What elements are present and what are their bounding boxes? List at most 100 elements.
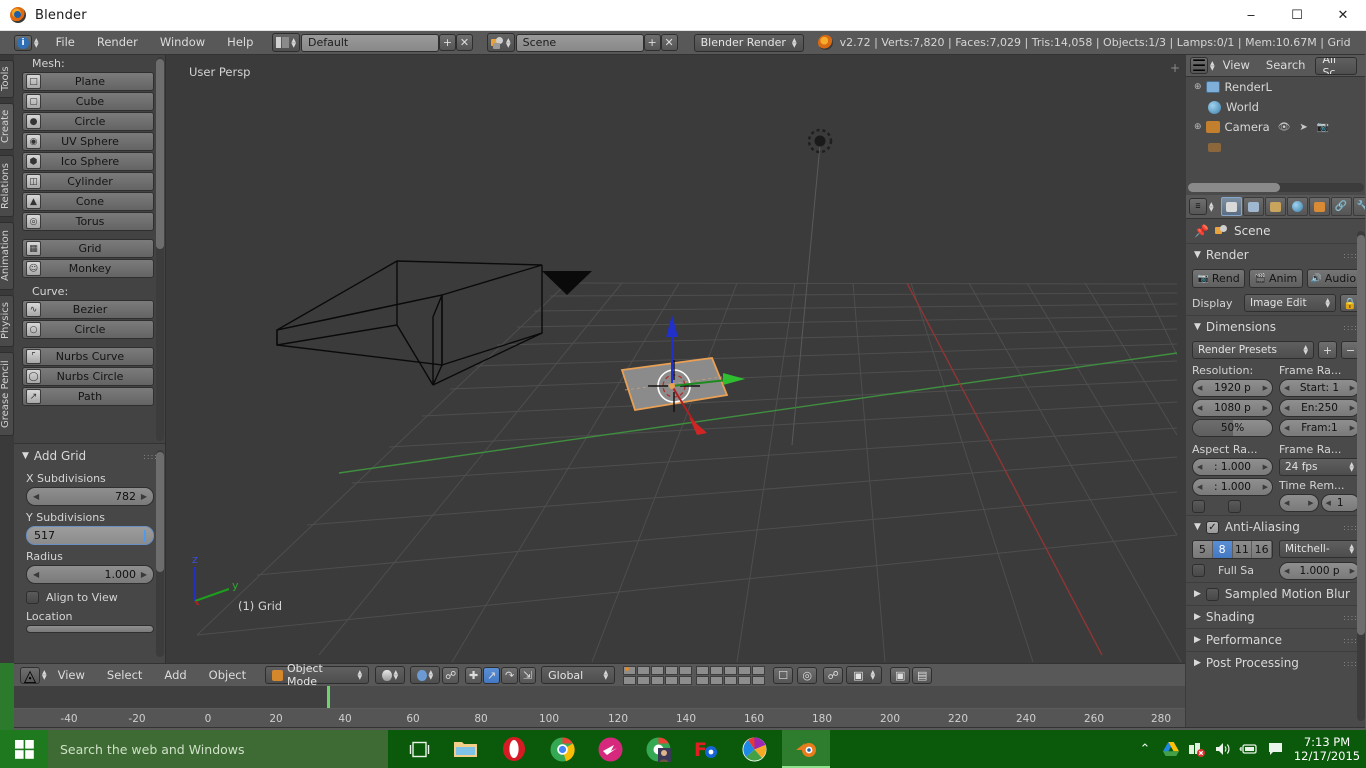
increment-arrow-icon[interactable]: ▶	[1350, 567, 1355, 575]
display-mode-selector[interactable]: Image Edit ▲ ▼	[1244, 294, 1336, 312]
windows-start-icon[interactable]	[0, 730, 48, 768]
transform-orientation-selector[interactable]: Global ▲ ▼	[541, 666, 616, 684]
task-view-icon[interactable]	[395, 730, 443, 768]
render-camera-icon[interactable]: ▣	[890, 666, 911, 684]
add-cone-button[interactable]: ▲ Cone	[22, 192, 154, 211]
3d-viewport[interactable]: User Persp (1) Grid z y x +	[167, 55, 1185, 663]
pink-app-icon[interactable]	[586, 730, 634, 768]
chevron-up-icon[interactable]: ⌃	[1132, 730, 1158, 768]
timeline-ruler[interactable]: -40 -20 0 20 40 60 80 100 120 140 160 18…	[14, 686, 1185, 727]
time-remap-new-input[interactable]: ◀ 1	[1320, 494, 1360, 512]
add-torus-button[interactable]: ◎ Torus	[22, 212, 154, 231]
time-remap-old-input[interactable]: ◀ ▶	[1279, 494, 1319, 512]
resolution-percentage-slider[interactable]: 50%	[1192, 419, 1273, 437]
delete-scene-button[interactable]: ✕	[660, 34, 678, 51]
add-bezier-circle-button[interactable]: ○ Circle	[22, 320, 154, 339]
format-factory-icon[interactable]: F	[682, 730, 730, 768]
outliner-row-world[interactable]: World	[1186, 97, 1366, 117]
resolution-y-input[interactable]: ◀ 1080 p ▶	[1192, 399, 1273, 417]
add-screen-layout-button[interactable]: +	[439, 34, 457, 51]
properties-tab-render[interactable]	[1220, 197, 1242, 216]
decrement-arrow-icon[interactable]: ◀	[1197, 463, 1202, 471]
anti-aliasing-section-header[interactable]: ▼ ✓ Anti-Aliasing ::::	[1186, 515, 1366, 538]
network-error-icon[interactable]	[1184, 730, 1210, 768]
delete-screen-layout-button[interactable]: ✕	[456, 34, 474, 51]
menu-file[interactable]: File	[45, 31, 86, 54]
3d-view-editor-icon[interactable]: ◬ ▲ ▼	[20, 666, 47, 685]
performance-section-header[interactable]: ▶ Performance ::::	[1186, 628, 1366, 651]
blender-taskbar-icon[interactable]	[782, 730, 830, 768]
decrement-arrow-icon[interactable]: ◀	[33, 570, 39, 579]
info-editor-icon[interactable]: i ▲ ▼	[14, 34, 39, 51]
menu-render[interactable]: Render	[86, 31, 149, 54]
sidebar-item-create[interactable]: Create	[0, 103, 14, 150]
viewport-shading-selector[interactable]: ▲ ▼	[375, 666, 406, 684]
y-subdivisions-input[interactable]: 517	[26, 526, 154, 545]
outliner-row-renderlayers[interactable]: ⊕ RenderL	[1186, 77, 1366, 97]
screen-layout-name[interactable]: Default	[301, 33, 440, 52]
add-bezier-button[interactable]: ∿ Bezier	[22, 300, 154, 319]
aa-sample-5[interactable]: 5	[1193, 541, 1213, 558]
google-drive-icon[interactable]	[1158, 730, 1184, 768]
add-nurbs-circle-button[interactable]: ◯ Nurbs Circle	[22, 367, 154, 386]
outliner-row-partial[interactable]	[1186, 137, 1366, 157]
dimensions-section-header[interactable]: ▼ Dimensions ::::	[1186, 315, 1366, 338]
decrement-arrow-icon[interactable]: ◀	[1197, 384, 1202, 392]
taskbar-clock[interactable]: 7:13 PM 12/17/2015	[1288, 735, 1366, 763]
eye-icon[interactable]: 👁	[1278, 122, 1291, 133]
sidebar-item-animation[interactable]: Animation	[0, 222, 14, 290]
volume-icon[interactable]	[1210, 730, 1236, 768]
lock-object-modes-icon[interactable]: ☐	[773, 666, 794, 684]
render-audio-button[interactable]: 🔊 Audio	[1306, 269, 1360, 288]
decrement-arrow-icon[interactable]: ◀	[1284, 499, 1289, 507]
shading-section-header[interactable]: ▶ Shading ::::	[1186, 605, 1366, 628]
viewport-menu-select[interactable]: Select	[96, 664, 153, 687]
aspect-x-input[interactable]: ◀ : 1.000 ▶	[1192, 458, 1273, 476]
increment-arrow-icon[interactable]: ▶	[1308, 499, 1313, 507]
scene-name[interactable]: Scene	[515, 33, 644, 52]
opera-icon[interactable]	[490, 730, 538, 768]
outliner-menu-search[interactable]: Search	[1258, 54, 1314, 77]
viewport-menu-add[interactable]: Add	[153, 664, 197, 687]
sidebar-item-relations[interactable]: Relations	[0, 155, 14, 217]
battery-icon[interactable]	[1236, 730, 1262, 768]
cursor-arrow-icon[interactable]: ➤	[1299, 122, 1307, 133]
snap-element-selector[interactable]: ▣ ▲ ▼	[846, 666, 883, 684]
snap-during-transform-icon[interactable]: ☍	[823, 666, 844, 684]
timeline-editor[interactable]: -40 -20 0 20 40 60 80 100 120 140 160 18…	[14, 686, 1185, 727]
scene-layers-grid[interactable]	[623, 665, 766, 685]
aa-sample-16[interactable]: 16	[1252, 541, 1272, 558]
sidebar-item-grease-pencil[interactable]: Grease Pencil	[0, 352, 14, 436]
add-path-button[interactable]: ↗ Path	[22, 387, 154, 406]
increment-arrow-icon[interactable]: ▶	[141, 570, 147, 579]
interaction-mode-selector[interactable]: Object Mode ▲ ▼	[265, 662, 370, 688]
add-circle-button[interactable]: ● Circle	[22, 112, 154, 131]
expand-icon[interactable]: ⊕	[1194, 122, 1202, 132]
sidebar-item-tools[interactable]: Tools	[0, 60, 14, 98]
pin-icon[interactable]: 📌	[1194, 224, 1209, 238]
decrement-arrow-icon[interactable]: ◀	[1326, 499, 1331, 507]
increment-arrow-icon[interactable]: ▶	[1263, 463, 1268, 471]
increment-arrow-icon[interactable]: ▶	[1263, 384, 1268, 392]
increment-arrow-icon[interactable]: ▶	[1263, 404, 1268, 412]
add-cube-button[interactable]: ▢ Cube	[22, 92, 154, 111]
add-monkey-button[interactable]: ☺ Monkey	[22, 259, 154, 278]
manipulator-translate-icon[interactable]: ↗	[483, 666, 501, 684]
decrement-arrow-icon[interactable]: ◀	[1284, 424, 1289, 432]
outliner-editor-icon[interactable]: ☰ ▲ ▼	[1190, 56, 1215, 75]
decrement-arrow-icon[interactable]: ◀	[1284, 384, 1289, 392]
action-center-icon[interactable]	[1262, 730, 1288, 768]
frame-start-input[interactable]: ◀ Start: 1 ▶	[1279, 379, 1360, 397]
camera-render-icon[interactable]: 📷	[1317, 122, 1329, 133]
increment-arrow-icon[interactable]: ▶	[1350, 404, 1355, 412]
aa-filter-selector[interactable]: Mitchell- ▲ ▼	[1279, 540, 1360, 558]
increment-arrow-icon[interactable]: ▶	[1263, 483, 1268, 491]
decrement-arrow-icon[interactable]: ◀	[1284, 567, 1289, 575]
crop-checkbox[interactable]	[1228, 500, 1241, 513]
sidebar-item-physics[interactable]: Physics	[0, 295, 14, 347]
add-nurbs-curve-button[interactable]: ⌜ Nurbs Curve	[22, 347, 154, 366]
properties-tab-constraints[interactable]: 🔗	[1330, 197, 1352, 216]
operator-panel-header[interactable]: ▼ Add Grid ::::	[14, 444, 165, 467]
minimize-button[interactable]: ‒	[1228, 0, 1274, 31]
outliner-display-mode[interactable]: All Sc	[1315, 56, 1358, 75]
